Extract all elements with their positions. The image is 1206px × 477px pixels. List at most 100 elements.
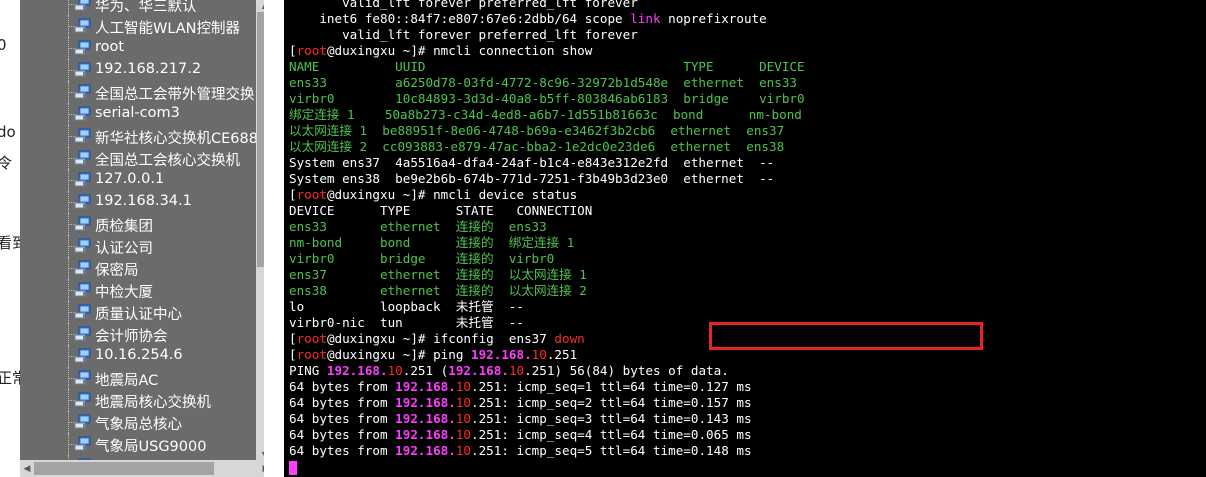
terminal-text: root [296,331,327,346]
terminal-line: 64 bytes from 192.168.10.251: icmp_seq=2… [289,395,805,411]
session-item[interactable]: 气象局USG9000 [20,433,256,455]
session-item-label: 地震局核心交换机 [95,395,211,411]
terminal-text: 192.168. [471,347,532,362]
session-item[interactable]: 新华社核心交换机CE6881 [20,125,256,147]
session-item-label: 气象局总核心 [95,417,182,433]
network-computer-icon [74,414,91,429]
terminal-text: ens33 ethernet 连接的 ens33 [289,219,547,234]
terminal-line: ens33 a6250d78-03fd-4772-8c96-32972b1d54… [289,75,805,91]
terminal-window[interactable]: valid_lft forever preferred_lft forever … [284,0,1206,477]
session-item[interactable]: 地震局AC [20,367,256,389]
session-item-label: 192.168.217.2 [95,61,202,77]
terminal-line: System ens37 4a5516a4-dfa4-24af-b1c4-e84… [289,155,805,171]
session-item-label: 全国总工会核心交换机 [95,153,240,169]
network-computer-icon [74,304,91,319]
horizontal-scroll-thumb[interactable] [34,462,214,475]
terminal-text: PING [289,363,327,378]
session-item[interactable]: 质检集团 [20,213,256,235]
terminal-text: valid_lft forever preferred_lft forever [289,27,638,42]
terminal-line: 以太网连接 2 cc093883-e879-47ac-bba2-1e2dc0e2… [289,139,805,155]
terminal-text: down [554,331,585,346]
session-item-label: 人工智能WLAN控制器 [95,21,241,37]
session-item[interactable]: 127.0.0.1 [20,169,256,191]
session-item[interactable]: 10.16.254.6 [20,345,256,367]
terminal-text: 10 [455,427,471,442]
network-computer-icon [74,84,91,99]
terminal-line: 绑定连接 1 50a8b273-c34d-4ed8-a6b7-1d551b816… [289,107,805,123]
terminal-text: 10 [531,347,547,362]
pane-splitter[interactable] [264,0,284,477]
session-item[interactable]: 人工智能WLAN控制器 [20,15,256,37]
session-item[interactable]: 会计师协会 [20,323,256,345]
terminal-text: lo loopback 未托管 -- [289,299,524,314]
session-item[interactable]: root [20,37,256,59]
session-item-label: 地震局AC [95,373,159,389]
terminal-line: System ens38 be9e2b6b-674b-771d-7251-f3b… [289,171,805,187]
left-strip-fragment: 令 [0,154,13,172]
network-computer-icon [74,282,91,297]
terminal-line: [root@duxingxu ~]# nmcli device status [289,187,805,203]
terminal-text: 192.168. [448,363,509,378]
network-computer-icon [74,194,91,209]
session-item[interactable]: 192.168.217.2 [20,59,256,81]
terminal-text: @duxingxu ~]# nmcli device status [326,187,578,202]
terminal-text: 以太网连接 1 be88951f-8e06-4748-b69a-e3462f3b… [289,123,785,138]
session-item[interactable]: 全国总工会带外管理交换 [20,81,256,103]
terminal-line: 以太网连接 1 be88951f-8e06-4748-b69a-e3462f3b… [289,123,805,139]
terminal-text: 10 [455,395,471,410]
session-item-label: 192.168.34.1 [95,193,192,209]
session-item[interactable]: 全国总工会核心交换机 [20,147,256,169]
left-strip-fragment: 0 [0,36,7,54]
terminal-line: NAME UUID TYPE DEVICE [289,59,805,75]
session-item[interactable]: 中检大厦 [20,279,256,301]
terminal-line: 64 bytes from 192.168.10.251: icmp_seq=1… [289,379,805,395]
terminal-line: PING 192.168.10.251 (192.168.10.251) 56(… [289,363,805,379]
terminal-text: [ [289,187,297,202]
scroll-left-arrow-icon[interactable]: ◀ [20,460,34,477]
terminal-line: DEVICE TYPE STATE CONNECTION [289,203,805,219]
session-item-label: 全国总工会带外管理交换 [95,87,255,103]
session-item-label: 新华社核心交换机CE6881 [95,131,256,147]
session-item-label: 气象局USG9000 [95,439,207,455]
terminal-text: ens38 ethernet 连接的 以太网连接 2 [289,283,587,298]
session-item[interactable]: 质量认证中心 [20,301,256,323]
session-item[interactable]: serial-com3 [20,103,256,125]
terminal-text: link [630,11,661,26]
terminal-line: 64 bytes from 192.168.10.251: icmp_seq=3… [289,411,805,427]
left-strip-fragment: 看到 [0,234,20,252]
terminal-text: nm-bond bond 连接的 绑定连接 1 [289,235,575,250]
network-computer-icon [74,370,91,385]
terminal-line: inet6 fe80::84f7:e807:67e6:2dbb/64 scope… [289,11,805,27]
session-item[interactable]: 认证公司 [20,235,256,257]
session-item-label: 质检集团 [95,219,153,235]
session-item-label: 华为、华三默认 [95,0,197,15]
terminal-text: 绑定连接 1 50a8b273-c34d-4ed8-a6b7-1d551b816… [289,107,802,122]
session-item[interactable]: 192.168.34.1 [20,191,256,213]
terminal-text: 64 bytes from [289,427,396,442]
network-computer-icon [74,348,91,363]
terminal-text: 64 bytes from [289,379,396,394]
terminal-text: .251: icmp_seq=1 ttl=64 time=0.127 ms [471,379,752,394]
network-computer-icon [74,436,91,451]
session-item[interactable]: 保密局 [20,257,256,279]
session-list: 华为、华三默认人工智能WLAN控制器 root 192.168.217.2 全国总工会… [20,0,256,460]
session-item-label: 中检大厦 [95,285,153,301]
session-item-label: 10.16.254.6 [95,347,183,363]
terminal-text: 10 [508,363,525,378]
session-item[interactable]: 气象局总核心 [20,411,256,433]
session-item-label: root [95,39,125,55]
network-computer-icon [74,150,91,165]
left-strip-fragment: do [0,123,16,141]
network-computer-icon [74,40,91,55]
session-item-label: 保密局 [95,263,139,279]
terminal-line: [root@duxingxu ~]# nmcli connection show [289,43,805,59]
terminal-output: valid_lft forever preferred_lft forever … [289,0,805,475]
terminal-text: [ [289,347,297,362]
session-item[interactable]: 华为、华三默认 [20,0,256,15]
terminal-text: inet6 fe80::84f7:e807:67e6:2dbb/64 scope [289,11,631,26]
terminal-text: [ [289,331,297,346]
session-item[interactable]: 地震局核心交换机 [20,389,256,411]
terminal-line: ens38 ethernet 连接的 以太网连接 2 [289,283,805,299]
terminal-text: @duxingxu ~]# ifconfig ens37 [326,331,555,346]
horizontal-scrollbar[interactable]: ◀ ▶ [20,460,273,477]
